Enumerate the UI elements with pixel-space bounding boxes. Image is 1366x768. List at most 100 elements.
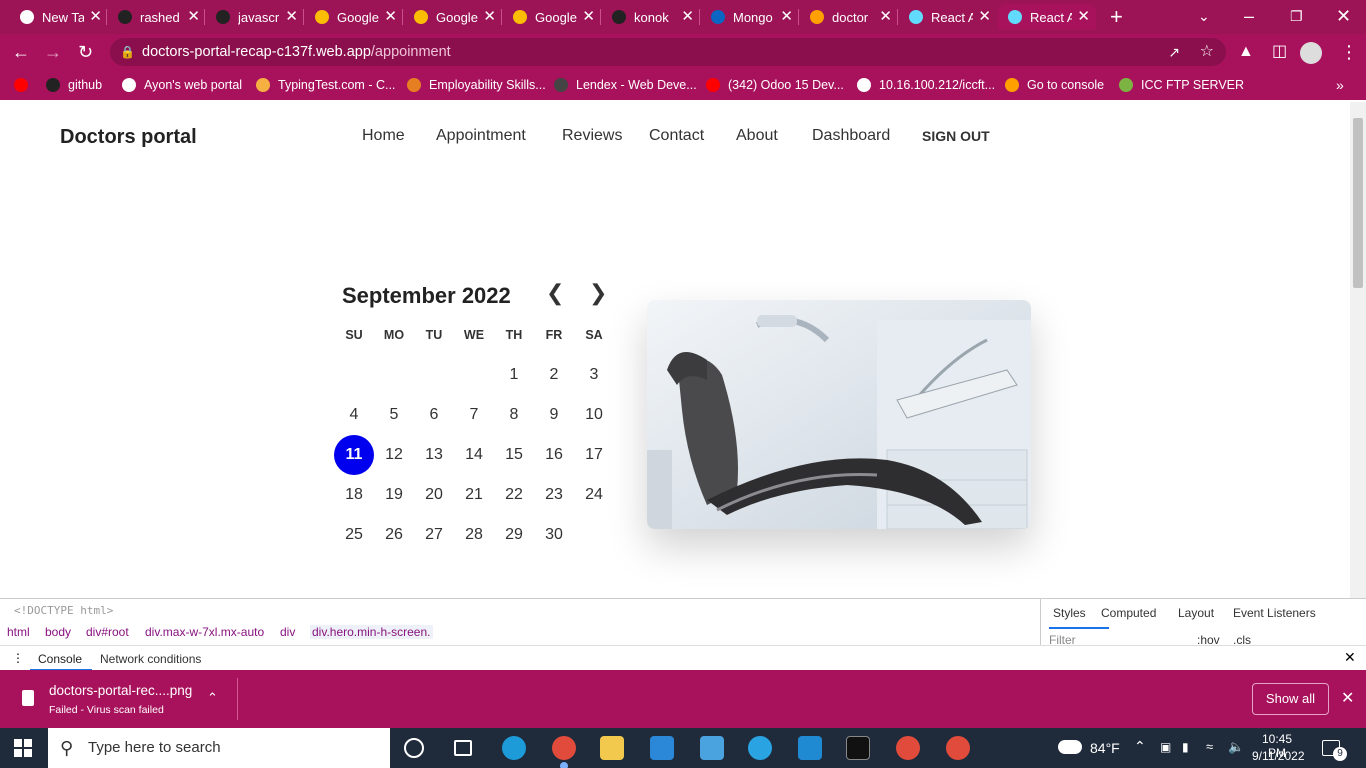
scrollbar-thumb[interactable]: [1353, 118, 1363, 288]
tray-chevron-icon[interactable]: ⌃: [1134, 738, 1146, 755]
dom-breadcrumb[interactable]: div#root: [86, 625, 129, 639]
tab-network-conditions[interactable]: Network conditions: [100, 652, 201, 666]
close-tab-icon[interactable]: ✕: [285, 8, 298, 26]
browser-tab[interactable]: javascript ✕: [206, 4, 304, 30]
taskbar-search-input[interactable]: ⚲ Type here to search: [48, 728, 390, 768]
calendar-day[interactable]: 9: [534, 395, 574, 435]
close-tab-icon[interactable]: ✕: [879, 8, 892, 26]
browser-tab[interactable]: rashed ✕: [108, 4, 206, 30]
telegram-icon[interactable]: [748, 736, 772, 760]
meet-icon[interactable]: ▣: [1160, 740, 1171, 754]
calendar-day[interactable]: 30: [534, 515, 574, 555]
close-window-icon[interactable]: ✕: [1336, 0, 1351, 34]
page-scrollbar[interactable]: [1350, 102, 1366, 598]
close-tab-icon[interactable]: ✕: [582, 8, 595, 26]
browser-tab[interactable]: Google ✕: [404, 4, 502, 30]
close-tab-icon[interactable]: ✕: [1077, 8, 1090, 26]
calendar-day[interactable]: 2: [534, 355, 574, 395]
drawer-menu-icon[interactable]: ⋮: [12, 651, 24, 665]
calendar-day[interactable]: 27: [414, 515, 454, 555]
calendar-day[interactable]: 1: [494, 355, 534, 395]
tab-event-listeners[interactable]: Event Listeners: [1233, 606, 1316, 620]
edge-icon[interactable]: [502, 736, 526, 760]
dom-breadcrumb[interactable]: div.max-w-7xl.mx-auto: [145, 625, 264, 639]
tab-layout[interactable]: Layout: [1178, 606, 1214, 620]
chrome-profile-2-icon[interactable]: [946, 736, 970, 760]
browser-tab[interactable]: Google ✕: [305, 4, 403, 30]
calendar-day[interactable]: 5: [374, 395, 414, 435]
nav-appointment[interactable]: Appointment: [436, 127, 526, 145]
tab-console[interactable]: Console: [38, 652, 82, 666]
calendar-day[interactable]: 16: [534, 435, 574, 475]
restore-icon[interactable]: ❐: [1290, 0, 1303, 34]
calendar-day[interactable]: 4: [334, 395, 374, 435]
forward-icon[interactable]: →: [44, 34, 62, 70]
bookmark-item[interactable]: (342) Odoo 15 Dev...: [706, 70, 844, 100]
store-icon[interactable]: [650, 736, 674, 760]
bookmark-star-icon[interactable]: ☆: [1200, 38, 1214, 66]
calendar-day[interactable]: 20: [414, 475, 454, 515]
calendar-day[interactable]: 23: [534, 475, 574, 515]
site-brand[interactable]: Doctors portal: [60, 126, 197, 149]
dom-breadcrumb[interactable]: html: [7, 625, 30, 639]
calendar-day[interactable]: 29: [494, 515, 534, 555]
dom-breadcrumb[interactable]: div: [280, 625, 295, 639]
calendar-day[interactable]: 10: [574, 395, 614, 435]
windows-start-icon[interactable]: [14, 739, 32, 757]
prev-month-icon[interactable]: ❮: [546, 280, 564, 306]
bookmark-item[interactable]: TypingTest.com - C...: [256, 70, 395, 100]
calendar-day[interactable]: 28: [454, 515, 494, 555]
browser-tab[interactable]: doctor ✕: [800, 4, 898, 30]
side-panel-icon[interactable]: ◫: [1272, 34, 1287, 70]
bookmark-item[interactable]: github: [46, 70, 102, 100]
minimize-icon[interactable]: –: [1244, 0, 1254, 34]
terminal-icon[interactable]: [846, 736, 870, 760]
browser-tab[interactable]: konok ✕: [602, 4, 700, 30]
file-explorer-icon[interactable]: [600, 736, 624, 760]
nav-dashboard[interactable]: Dashboard: [812, 127, 890, 145]
browser-tab[interactable]: Mongo ✕: [701, 4, 799, 30]
download-options-icon[interactable]: ⌃: [207, 690, 218, 706]
browser-tab[interactable]: React A ✕: [899, 4, 997, 30]
task-view-icon[interactable]: [454, 740, 472, 756]
calendar-day[interactable]: 22: [494, 475, 534, 515]
nav-contact[interactable]: Contact: [649, 127, 704, 145]
close-download-bar-icon[interactable]: ✕: [1341, 688, 1354, 708]
calendar-day[interactable]: 12: [374, 435, 414, 475]
calendar-day[interactable]: 25: [334, 515, 374, 555]
browser-tab[interactable]: React A ✕: [998, 4, 1096, 30]
nav-reviews[interactable]: Reviews: [562, 127, 622, 145]
bookmark-item[interactable]: Lendex - Web Deve...: [554, 70, 697, 100]
calendar-day[interactable]: 13: [414, 435, 454, 475]
bookmark-item[interactable]: ICC FTP SERVER: [1119, 70, 1244, 100]
nav-about[interactable]: About: [736, 127, 778, 145]
close-tab-icon[interactable]: ✕: [483, 8, 496, 26]
calendar-day[interactable]: 26: [374, 515, 414, 555]
more-bookmarks-icon[interactable]: »: [1336, 67, 1344, 103]
back-icon[interactable]: ←: [12, 34, 30, 70]
dom-breadcrumb[interactable]: div.hero.min-h-screen.: [310, 625, 433, 639]
calendar-day[interactable]: 17: [574, 435, 614, 475]
tab-styles[interactable]: Styles: [1053, 606, 1086, 620]
close-tab-icon[interactable]: ✕: [978, 8, 991, 26]
calendar-day[interactable]: 19: [374, 475, 414, 515]
vscode-icon[interactable]: [798, 736, 822, 760]
browser-tab[interactable]: Google ✕: [503, 4, 601, 30]
close-drawer-icon[interactable]: ✕: [1344, 649, 1356, 666]
chrome-taskbar-icon[interactable]: [552, 736, 576, 760]
download-filename[interactable]: doctors-portal-rec....png: [49, 683, 192, 698]
tab-search-icon[interactable]: ⌄: [1198, 0, 1210, 34]
dom-doctype[interactable]: <!DOCTYPE html>: [14, 604, 113, 617]
close-tab-icon[interactable]: ✕: [384, 8, 397, 26]
calendar-day[interactable]: 7: [454, 395, 494, 435]
calendar-day[interactable]: 14: [454, 435, 494, 475]
show-all-button[interactable]: Show all: [1252, 683, 1329, 715]
calendar-day[interactable]: 24: [574, 475, 614, 515]
mail-icon[interactable]: [700, 736, 724, 760]
reload-icon[interactable]: ↻: [78, 34, 93, 70]
calendar-day[interactable]: 6: [414, 395, 454, 435]
nav-home[interactable]: Home: [362, 127, 405, 145]
chrome-profile-icon[interactable]: [896, 736, 920, 760]
address-bar[interactable]: 🔒 doctors-portal-recap-c137f.web.app/app…: [110, 38, 1226, 66]
bookmark-item[interactable]: 10.16.100.212/iccft...: [857, 70, 995, 100]
